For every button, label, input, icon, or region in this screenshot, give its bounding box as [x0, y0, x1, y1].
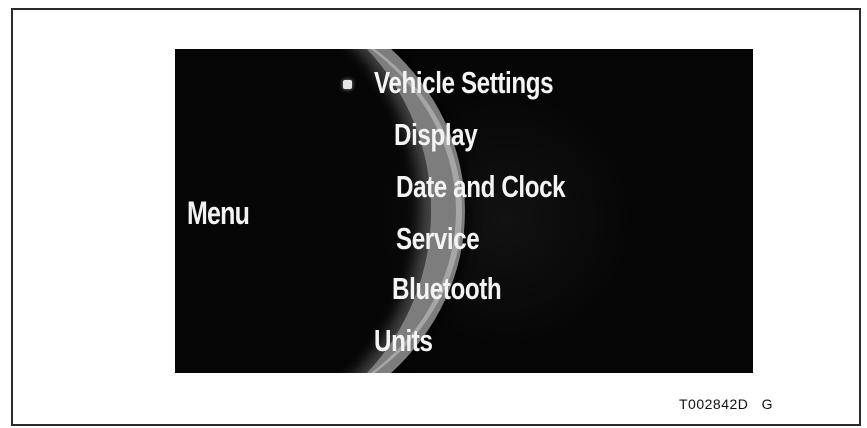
menu-item-display[interactable]: Display: [394, 117, 478, 153]
figure-code-suffix: G: [761, 396, 773, 412]
figure-code: T002842D G: [679, 396, 773, 412]
menu-item-date-and-clock[interactable]: Date and Clock: [396, 169, 566, 205]
menu-title: Menu: [187, 195, 250, 231]
figure-frame: Menu Vehicle Settings Display Date and C…: [11, 8, 861, 426]
menu-item-vehicle-settings[interactable]: Vehicle Settings: [374, 65, 554, 101]
menu-item-bluetooth[interactable]: Bluetooth: [392, 271, 502, 307]
menu-screen: Menu Vehicle Settings Display Date and C…: [175, 49, 753, 373]
selected-bullet-icon: [343, 80, 352, 89]
menu-item-units[interactable]: Units: [374, 323, 433, 359]
menu-item-service[interactable]: Service: [396, 221, 480, 257]
figure-code-id: T002842D: [679, 396, 749, 412]
